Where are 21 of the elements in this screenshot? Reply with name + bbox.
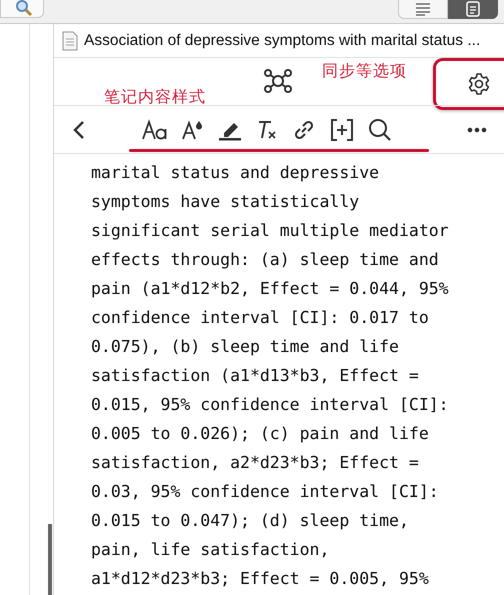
font-color-icon[interactable] <box>182 118 204 140</box>
search-icon <box>15 0 33 17</box>
clear-format-icon[interactable] <box>256 118 278 140</box>
network-icon[interactable] <box>263 67 293 95</box>
font-size-icon[interactable] <box>142 118 168 140</box>
settings-icon[interactable] <box>467 72 491 96</box>
list-icon <box>415 2 431 16</box>
document-icon <box>62 30 78 50</box>
back-icon[interactable] <box>72 120 86 140</box>
note-text: marital status and depressive symptoms have statistically significant serial multiple mediator effects through: (a) sleep time and pain (a1*d12*b2, Effect = 0.044, 95% confidence interval [CI]: 0.017 to 0.075), (b) sleep time and life satisfaction (a1*d13*b3, Effect = 0.015, 95% confidence interval [CI]: 0.005 to 0.026); (c) pain and life satisfaction, a2*d23*b3; Effect = 0.03, 95% confidence interval [CI]: 0.015 to 0.047); (d) sleep time, pain, life satisfaction, a1*d12*d23*b3; Effect = 0.005, 95% <box>90 162 450 590</box>
scrollbar-thumb[interactable] <box>48 524 52 595</box>
search-button[interactable] <box>0 0 44 18</box>
document-title: Association of depressive symptoms with marital status ... <box>84 32 480 50</box>
list-view-button[interactable] <box>398 0 448 19</box>
more-icon[interactable] <box>467 126 487 132</box>
document-icon <box>466 1 480 17</box>
note-view-button[interactable] <box>448 0 498 19</box>
insert-icon[interactable] <box>330 118 354 142</box>
annotation-label: 同步等选项 <box>322 61 407 82</box>
annotation-label: 笔记内容样式 <box>104 87 206 108</box>
search-icon[interactable] <box>368 118 392 142</box>
